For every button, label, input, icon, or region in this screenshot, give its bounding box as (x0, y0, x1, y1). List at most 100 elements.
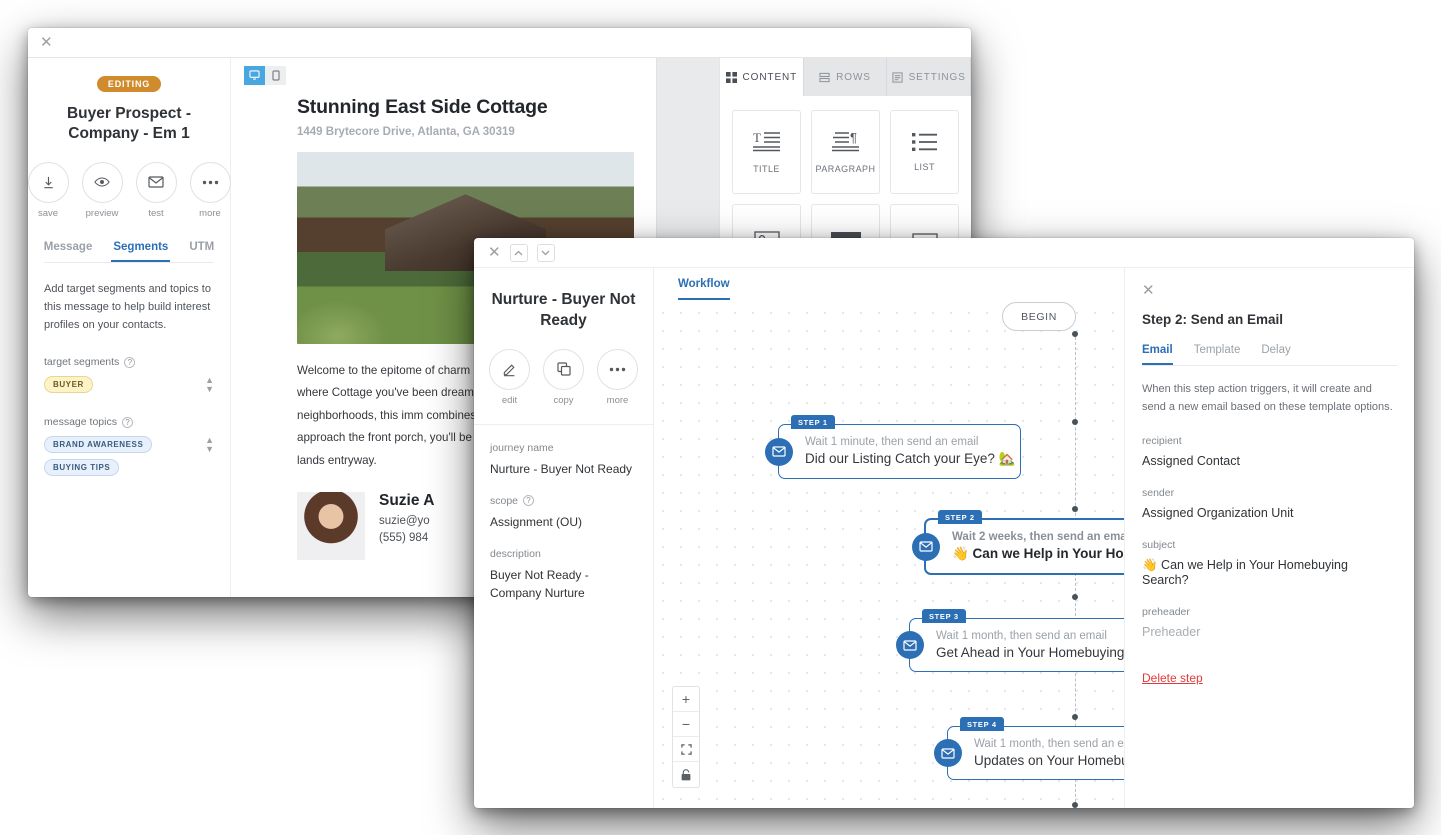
close-icon[interactable]: ✕ (40, 35, 53, 50)
divider (474, 423, 653, 425)
save-label: save (37, 207, 59, 219)
tile-title[interactable]: T TITLE (732, 110, 801, 194)
close-icon[interactable]: ✕ (488, 245, 501, 260)
tile-paragraph[interactable]: ¶ PARAGRAPH (811, 110, 880, 194)
sender-value[interactable]: Assigned Organization Unit (1142, 506, 1397, 520)
journey-workflow-window: ✕ Nurture - Buyer Not Ready edit copy mo… (474, 238, 1414, 808)
segment-chip[interactable]: BUYER (44, 376, 93, 394)
workflow-canvas[interactable]: Workflow BEGIN STEP 1 Wait 1 minute, the… (654, 268, 1124, 808)
help-icon[interactable]: ? (124, 356, 136, 368)
tile-list[interactable]: LIST (890, 110, 959, 194)
copy-button[interactable]: copy (543, 348, 584, 406)
message-topics-row: BRAND AWARENESS BUYING TIPS ▲ ▼ (44, 436, 214, 477)
tab-content[interactable]: CONTENT (720, 58, 804, 96)
screenshot-stage: ✕ EDITING Buyer Prospect - Company - Em … (0, 0, 1441, 835)
fit-screen-icon[interactable] (673, 737, 699, 762)
settings-icon (891, 71, 903, 83)
tab-utm[interactable]: UTM (187, 237, 216, 262)
tab-rows-label: ROWS (836, 71, 871, 83)
list-icon (911, 133, 937, 152)
tab-email[interactable]: Email (1142, 344, 1173, 365)
message-topics-stepper[interactable]: ▲ ▼ (205, 436, 214, 454)
desktop-icon[interactable] (244, 65, 265, 85)
email-heading[interactable]: Stunning East Side Cottage (297, 96, 634, 119)
tab-rows[interactable]: ROWS (803, 58, 888, 96)
pencil-icon (489, 348, 530, 390)
target-segments-label: target segments ? (44, 356, 214, 368)
message-tabs: Message Segments UTM (44, 237, 214, 263)
tab-template[interactable]: Template (1194, 344, 1241, 365)
segments-description: Add target segments and topics to this m… (44, 282, 211, 331)
subject-value[interactable]: 👋 Can we Help in Your Homebuying Search? (1142, 558, 1397, 587)
plus-icon[interactable]: + (673, 687, 699, 712)
journey-info-panel: Nurture - Buyer Not Ready edit copy more… (474, 268, 654, 808)
target-segments-label-text: target segments (44, 356, 120, 369)
message-settings-panel: EDITING Buyer Prospect - Company - Em 1 … (28, 58, 231, 597)
close-icon[interactable]: ✕ (1142, 282, 1155, 299)
message-topics-label: message topics ? (44, 416, 214, 428)
step-detail-panel: ✕ Step 2: Send an Email Email Template D… (1124, 268, 1414, 808)
lock-icon[interactable] (673, 762, 699, 787)
test-label: test (148, 207, 164, 219)
workflow-step-2[interactable]: STEP 2 Wait 2 weeks, then send an email … (912, 510, 1124, 575)
email-subheading[interactable]: 1449 Brytecore Drive, Atlanta, GA 30319 (297, 126, 634, 138)
test-button[interactable]: test (135, 161, 177, 219)
connector-dot (1072, 594, 1078, 600)
scope-value: Assignment (OU) (490, 514, 583, 529)
eye-icon (81, 161, 123, 203)
avatar (297, 491, 365, 560)
help-icon[interactable]: ? (523, 495, 535, 507)
copy-label: copy (553, 394, 574, 406)
step-4-tag: STEP 4 (960, 717, 1004, 731)
tab-settings[interactable]: SETTINGS (887, 58, 971, 96)
description-value: Buyer Not Ready - Company Nurture (490, 568, 589, 600)
step-4-wait: Wait 1 month, then send an email (974, 738, 1124, 750)
tile-title-label: TITLE (753, 164, 780, 175)
workflow-step-1[interactable]: STEP 1 Wait 1 minute, then send an email… (765, 415, 1021, 479)
minus-icon[interactable]: − (673, 712, 699, 737)
chevron-down-icon[interactable] (536, 243, 555, 262)
step-1-tag: STEP 1 (791, 415, 835, 429)
step-2-wait: Wait 2 weeks, then send an email (952, 531, 1124, 543)
connector-dot (1072, 506, 1078, 512)
help-icon[interactable]: ? (121, 416, 133, 428)
tile-paragraph-label: PARAGRAPH (815, 164, 876, 175)
more-button[interactable]: more (189, 161, 231, 219)
more-button[interactable]: more (597, 348, 638, 406)
envelope-icon (135, 161, 177, 203)
tab-workflow[interactable]: Workflow (678, 278, 730, 300)
workflow-step-3[interactable]: STEP 3 Wait 1 month, then send an email … (896, 609, 1124, 672)
grid-icon (725, 71, 737, 83)
preview-button[interactable]: preview (81, 161, 123, 219)
journey-body: Nurture - Buyer Not Ready edit copy more… (474, 268, 1414, 808)
workflow-step-4[interactable]: STEP 4 Wait 1 month, then send an email … (934, 717, 1124, 780)
tab-segments[interactable]: Segments (111, 237, 171, 262)
paragraph-icon: ¶ (831, 130, 859, 152)
recipient-value[interactable]: Assigned Contact (1142, 454, 1397, 468)
step-2-subject: 👋 Can we Help in Your Homebuying Search? (952, 546, 1124, 561)
tab-delay[interactable]: Delay (1261, 344, 1290, 365)
delete-step-link[interactable]: Delete step (1142, 671, 1203, 685)
svg-text:¶: ¶ (850, 130, 857, 145)
download-icon (28, 161, 69, 203)
topic-chip[interactable]: BRAND AWARENESS (44, 436, 153, 454)
edit-button[interactable]: edit (489, 348, 530, 406)
signature-name: Suzie A (379, 491, 435, 509)
step-3-subject: Get Ahead in Your Homebuying Search with… (936, 645, 1124, 660)
step-4-subject: Updates on Your Homebuying Search (974, 753, 1124, 768)
journey-name-value: Nurture - Buyer Not Ready (490, 461, 633, 476)
rows-icon (819, 72, 830, 82)
subject-label: subject (1142, 539, 1176, 552)
mobile-icon[interactable] (265, 65, 286, 85)
topic-chip[interactable]: BUYING TIPS (44, 459, 120, 477)
step-3-wait: Wait 1 month, then send an email (936, 630, 1107, 642)
preheader-value[interactable]: Preheader (1142, 625, 1397, 639)
save-button[interactable]: save (28, 161, 69, 219)
target-segments-stepper[interactable]: ▲ ▼ (205, 376, 214, 394)
tab-message[interactable]: Message (42, 237, 95, 262)
connector-dot (1072, 331, 1078, 337)
chevron-up-icon[interactable] (509, 243, 528, 262)
step-1-subject: Did our Listing Catch your Eye? 🏡 (805, 451, 1016, 466)
begin-node[interactable]: BEGIN (1002, 302, 1076, 331)
target-segments-row: BUYER ▲ ▼ (44, 376, 214, 394)
